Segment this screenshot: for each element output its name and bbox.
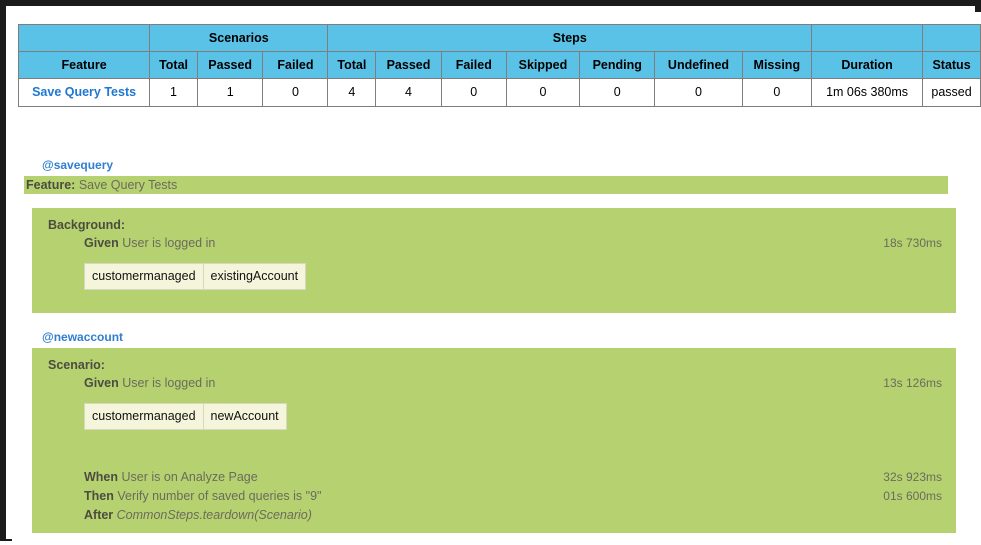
- column-header-steps-skipped[interactable]: Skipped: [505, 51, 581, 79]
- summary-group-header-scenarios: Scenarios: [149, 24, 329, 52]
- step-keyword: When: [84, 470, 119, 484]
- step-text: Verify number of saved queries is "9": [117, 489, 322, 503]
- page-title: Save Query Tests: [78, 178, 178, 192]
- page-frame: Scenarios Steps Feature Total Passed Fai…: [0, 0, 981, 545]
- summary-group-header-status-blank: [922, 24, 981, 52]
- column-header-steps-missing[interactable]: Missing: [741, 51, 813, 79]
- column-header-duration[interactable]: Duration: [811, 51, 924, 79]
- data-cell-value: existingAccount: [202, 263, 307, 290]
- cell-duration: 1m 06s 380ms: [811, 78, 924, 107]
- summary-column-header-row: Feature Total Passed Failed Total Passed…: [17, 51, 981, 79]
- background-block: Background: Given User is logged in 18s …: [32, 208, 956, 313]
- column-header-scenarios-passed[interactable]: Passed: [196, 51, 264, 79]
- cell-scenarios-total: 1: [149, 78, 198, 107]
- cell-steps-missing: 0: [741, 78, 813, 107]
- cell-steps-total: 4: [327, 78, 377, 107]
- column-header-feature[interactable]: Feature: [17, 51, 151, 79]
- step-keyword: Given: [84, 376, 119, 390]
- cell-steps-skipped: 0: [505, 78, 581, 107]
- background-step[interactable]: Given User is logged in: [32, 234, 956, 253]
- background-step-duration: 18s 730ms: [883, 236, 942, 250]
- cell-steps-pending: 0: [579, 78, 656, 107]
- scenario-block: Scenario: Given User is logged in 13s 12…: [32, 348, 956, 533]
- cell-feature-name[interactable]: Save Query Tests: [17, 78, 151, 107]
- step-keyword: Given: [84, 236, 119, 250]
- column-header-steps-pending[interactable]: Pending: [579, 51, 656, 79]
- scenario-step-given[interactable]: Given User is logged in: [32, 374, 956, 393]
- report-page: Scenarios Steps Feature Total Passed Fai…: [12, 12, 981, 545]
- scenario-tag[interactable]: @newaccount: [18, 329, 958, 348]
- cell-steps-undefined: 0: [654, 78, 743, 107]
- data-cell-key: customermanaged: [84, 403, 204, 430]
- step-text: User is on Analyze Page: [121, 470, 258, 484]
- scenario-step-when-duration: 32s 923ms: [883, 470, 942, 484]
- summary-group-header-steps: Steps: [327, 24, 813, 52]
- table-row: Save Query Tests 1 1 0 4 4 0 0 0 0 0 1m …: [17, 78, 981, 107]
- feature-title-bar: Feature: Save Query Tests: [24, 176, 948, 194]
- scenario-data-table: customermanaged newAccount: [84, 403, 287, 430]
- summary-group-header-row: Scenarios Steps: [17, 24, 981, 52]
- feature-summary-table: Scenarios Steps Feature Total Passed Fai…: [17, 24, 981, 107]
- column-header-steps-failed[interactable]: Failed: [440, 51, 507, 79]
- cell-scenarios-passed: 1: [196, 78, 264, 107]
- step-text: CommonSteps.teardown(Scenario): [116, 508, 312, 522]
- summary-group-header-duration-blank: [811, 24, 924, 52]
- column-header-scenarios-failed[interactable]: Failed: [262, 51, 329, 79]
- summary-group-header-blank: [17, 24, 151, 52]
- cell-steps-passed: 4: [375, 78, 442, 107]
- status-badge: passed: [922, 78, 981, 107]
- scenario-remaining-steps: When User is on Analyze Page 32s 923ms T…: [32, 468, 956, 525]
- feature-tag[interactable]: @savequery: [18, 157, 958, 176]
- scenario-step-given-duration: 13s 126ms: [883, 376, 942, 390]
- column-header-scenarios-total[interactable]: Total: [149, 51, 198, 79]
- feature-link[interactable]: Save Query Tests: [32, 85, 136, 99]
- scenario-step-then-duration: 01s 600ms: [883, 489, 942, 503]
- cell-steps-failed: 0: [440, 78, 507, 107]
- background-data-table: customermanaged existingAccount: [84, 263, 307, 290]
- scenario-step-when[interactable]: When User is on Analyze Page: [32, 468, 956, 487]
- step-keyword: After: [84, 508, 114, 522]
- feature-report: @savequery Feature: Save Query Tests Bac…: [18, 157, 958, 533]
- cell-scenarios-failed: 0: [262, 78, 329, 107]
- step-keyword: Then: [84, 489, 114, 503]
- background-title: Background:: [48, 218, 126, 232]
- summary-table-container: Scenarios Steps Feature Total Passed Fai…: [17, 24, 981, 107]
- scenario-step-then[interactable]: Then Verify number of saved queries is "…: [32, 487, 956, 506]
- table-row: customermanaged newAccount: [84, 403, 287, 430]
- column-header-steps-undefined[interactable]: Undefined: [654, 51, 743, 79]
- data-cell-key: customermanaged: [84, 263, 204, 290]
- column-header-steps-passed[interactable]: Passed: [375, 51, 442, 79]
- scenario-hook-after[interactable]: After CommonSteps.teardown(Scenario): [32, 506, 956, 525]
- feature-keyword: Feature:: [26, 178, 76, 192]
- step-text: User is logged in: [122, 376, 216, 390]
- column-header-status[interactable]: Status: [922, 51, 981, 79]
- data-cell-value: newAccount: [202, 403, 287, 430]
- table-row: customermanaged existingAccount: [84, 263, 307, 290]
- scenario-title: Scenario:: [48, 358, 105, 372]
- step-text: User is logged in: [122, 236, 216, 250]
- column-header-steps-total[interactable]: Total: [327, 51, 377, 79]
